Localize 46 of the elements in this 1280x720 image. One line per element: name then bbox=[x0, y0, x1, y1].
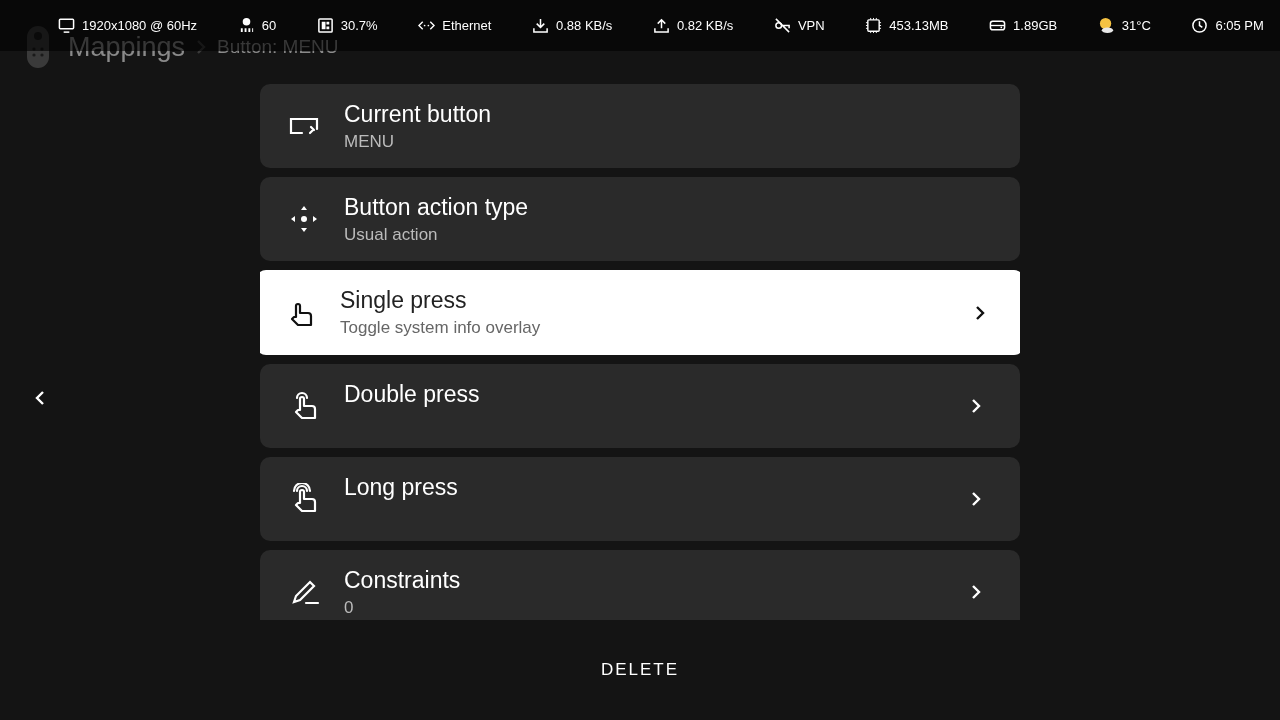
status-text: 31°C bbox=[1121, 18, 1151, 33]
item-subtitle: Toggle system info overlay bbox=[340, 318, 542, 338]
status-text: 30.7% bbox=[340, 18, 378, 33]
chevron-right-icon bbox=[195, 39, 208, 55]
item-title: Double press bbox=[344, 381, 481, 408]
delete-button[interactable]: DELETE bbox=[584, 652, 696, 688]
chevron-right-icon bbox=[970, 584, 982, 600]
settings-item[interactable]: Long press bbox=[260, 457, 1020, 541]
status-text: 60 bbox=[261, 18, 277, 33]
page-title: Mappings bbox=[68, 31, 186, 63]
status-text: VPN bbox=[797, 18, 825, 33]
item-title: Button action type bbox=[344, 194, 530, 221]
settings-item[interactable]: Single press Toggle system info overlay bbox=[260, 270, 1020, 355]
clock-icon bbox=[1191, 17, 1209, 34]
remote-icon bbox=[26, 25, 50, 69]
item-subtitle: MENU bbox=[344, 132, 396, 152]
settings-item[interactable]: Constraints 0 bbox=[260, 550, 1020, 620]
status-text: 6:05 PM bbox=[1215, 18, 1264, 33]
chevron-left-icon bbox=[34, 390, 46, 406]
chevron-right-icon bbox=[974, 304, 986, 321]
download-icon bbox=[532, 17, 549, 34]
item-subtitle: Usual action bbox=[344, 225, 439, 245]
breadcrumb-text: Button: MENU bbox=[217, 36, 339, 58]
item-title: Constraints bbox=[344, 567, 462, 594]
settings-item[interactable]: Current button MENU bbox=[260, 84, 1020, 168]
settings-item[interactable]: Double press bbox=[260, 364, 1020, 448]
weather-icon bbox=[1097, 17, 1115, 34]
status-text: Ethernet bbox=[442, 18, 492, 33]
vpn-off-icon bbox=[773, 17, 791, 34]
status-text: 1920x1080 @ 60Hz bbox=[82, 18, 198, 33]
item-title: Single press bbox=[340, 287, 468, 314]
item-title: Long press bbox=[344, 474, 459, 501]
cpu-load-icon bbox=[316, 17, 334, 34]
item-subtitle: 0 bbox=[344, 598, 355, 618]
status-text: 0.88 KB/s bbox=[556, 18, 613, 33]
settings-item[interactable]: Button action type Usual action bbox=[260, 177, 1020, 261]
storage-icon bbox=[989, 17, 1007, 34]
memory-chip-icon bbox=[865, 17, 883, 34]
chevron-right-icon bbox=[970, 398, 982, 414]
status-text: 453.13MB bbox=[889, 18, 949, 33]
monitor-icon bbox=[58, 17, 75, 34]
item-title: Current button bbox=[344, 101, 493, 128]
status-text: 0.82 KB/s bbox=[676, 18, 734, 33]
status-text: 1.89GB bbox=[1013, 18, 1058, 33]
upload-icon bbox=[652, 17, 670, 34]
chevron-right-icon bbox=[970, 491, 982, 507]
